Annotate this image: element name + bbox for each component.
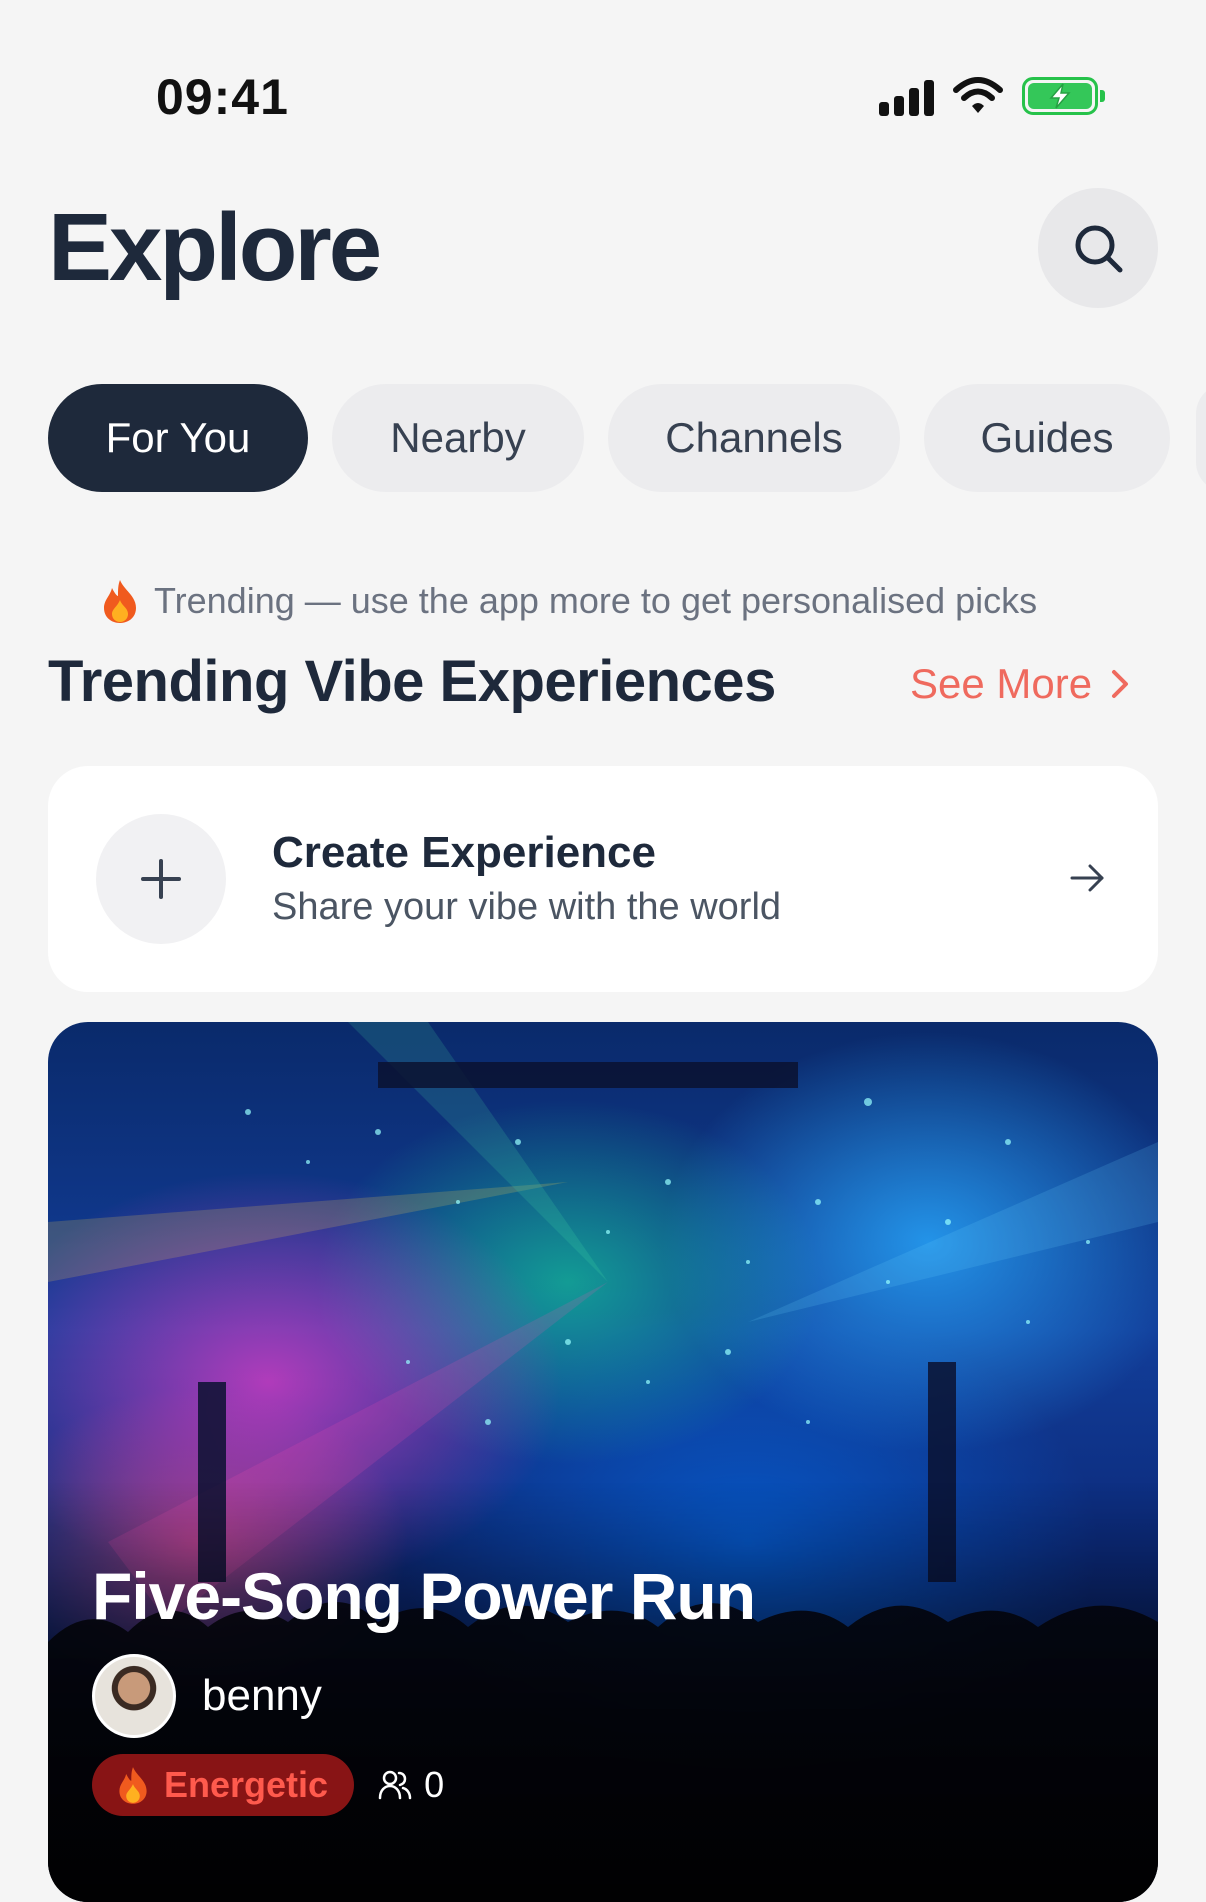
avatar	[92, 1654, 176, 1738]
battery-icon	[1022, 77, 1105, 115]
search-icon	[1075, 225, 1123, 273]
creator-name: benny	[202, 1671, 322, 1720]
member-count: 0	[378, 1764, 444, 1806]
plus-button	[96, 814, 226, 944]
mood-label: Energetic	[164, 1764, 329, 1805]
fire-icon	[104, 580, 136, 623]
experience-title: Five-Song Power Run	[92, 1559, 756, 1633]
section-title: Trending Vibe Experiences	[48, 649, 776, 714]
tab-guides[interactable]: Guides	[924, 384, 1170, 492]
search-button[interactable]	[1038, 188, 1158, 308]
arrow-right-icon	[1070, 864, 1104, 892]
see-more-link[interactable]: See More	[910, 660, 1132, 708]
see-more-label: See More	[910, 660, 1093, 707]
signal-icon	[879, 76, 934, 116]
tab-overflow[interactable]	[1196, 384, 1206, 492]
experience-tags: Energetic 0	[92, 1754, 444, 1816]
fire-icon	[119, 1767, 147, 1804]
plus-icon	[141, 859, 181, 899]
status-bar: 09:41	[0, 0, 1206, 150]
wifi-icon	[953, 77, 1003, 113]
member-count-value: 0	[424, 1764, 445, 1805]
mood-badge: Energetic	[92, 1754, 355, 1816]
page-title: Explore	[48, 194, 382, 301]
status-icons	[879, 76, 1105, 116]
create-experience-card[interactable]: Create Experience Share your vibe with t…	[48, 766, 1158, 992]
trending-note-text: Trending — use the app more to get perso…	[154, 580, 1038, 621]
tab-for-you[interactable]: For You	[48, 384, 308, 492]
chevron-right-icon	[1112, 670, 1129, 698]
create-experience-title: Create Experience	[272, 828, 656, 877]
tab-channels[interactable]: Channels	[608, 384, 900, 492]
create-experience-subtitle: Share your vibe with the world	[272, 886, 782, 928]
trending-note: Trending — use the app more to get perso…	[100, 578, 1037, 624]
tab-nearby[interactable]: Nearby	[332, 384, 584, 492]
creator-row[interactable]: benny	[92, 1654, 322, 1738]
status-time: 09:41	[156, 69, 289, 125]
category-tabs: For You Nearby Channels Guides	[48, 384, 1170, 492]
experience-card[interactable]: Five-Song Power Run benny Energetic 0	[48, 1022, 1158, 1902]
users-icon	[378, 1770, 412, 1800]
